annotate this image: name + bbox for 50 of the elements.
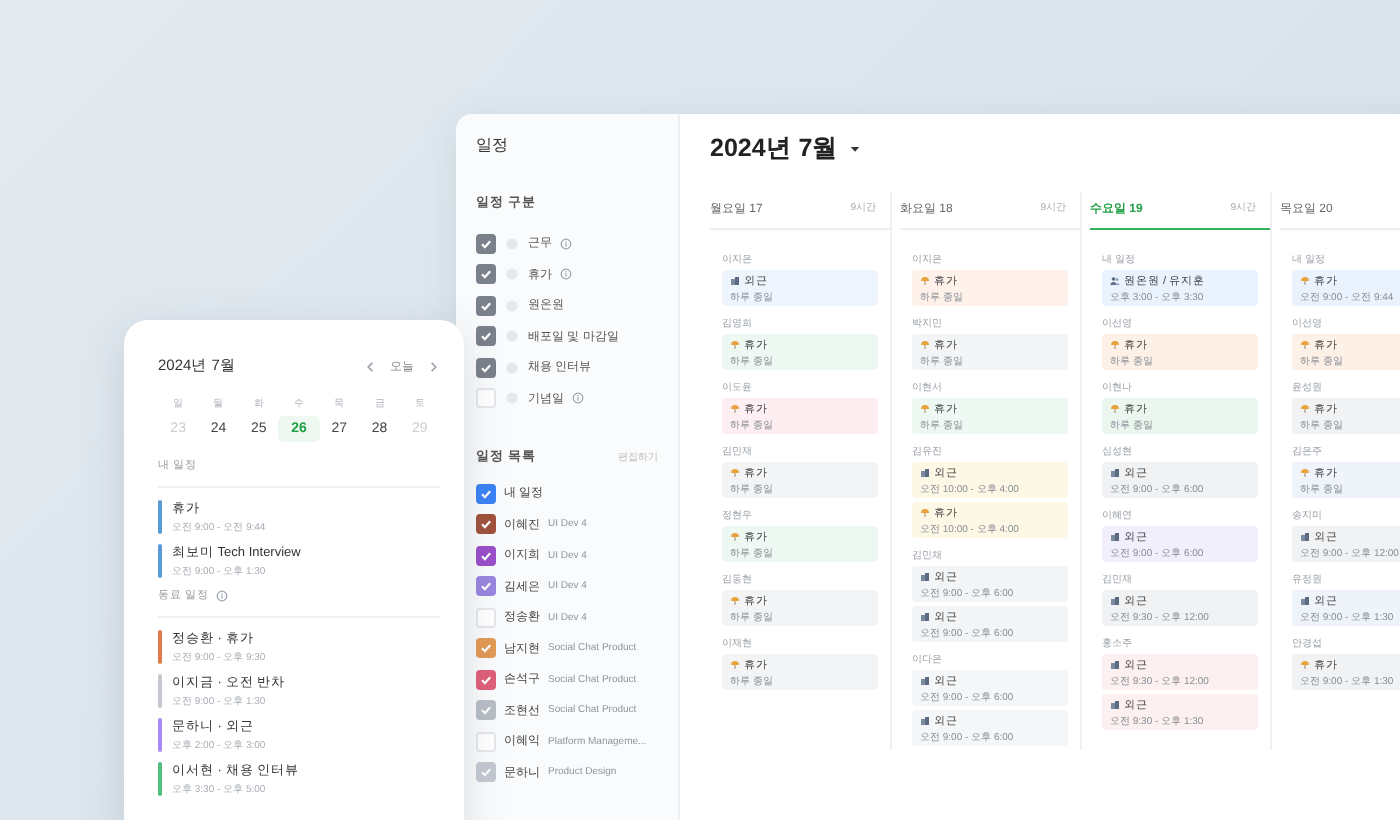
building-icon xyxy=(920,572,930,582)
umbrella-icon xyxy=(920,404,930,414)
umbrella-icon xyxy=(1300,404,1310,414)
building-icon xyxy=(920,716,930,726)
checkbox[interactable] xyxy=(476,233,496,254)
building-icon xyxy=(1110,596,1120,606)
umbrella-icon xyxy=(730,596,740,606)
sidebar-title: 일정 xyxy=(476,134,510,156)
umbrella-icon xyxy=(1110,404,1120,414)
building-icon xyxy=(920,676,930,686)
caret-icon[interactable] xyxy=(848,141,863,155)
checkbox[interactable] xyxy=(476,264,496,285)
umbrella-icon xyxy=(730,660,740,670)
building-icon xyxy=(920,612,930,622)
building-icon xyxy=(1110,468,1120,478)
building-icon xyxy=(920,468,930,478)
umbrella-icon xyxy=(730,468,740,478)
chevron-left-icon[interactable] xyxy=(364,359,378,373)
checkbox[interactable] xyxy=(476,357,496,378)
umbrella-icon xyxy=(1300,340,1310,350)
building-icon xyxy=(1300,596,1310,606)
umbrella-icon xyxy=(730,532,740,542)
umbrella-icon xyxy=(1110,340,1120,350)
building-icon xyxy=(1110,700,1120,710)
building-icon xyxy=(1300,532,1310,542)
month-title[interactable]: 2024년 7월 xyxy=(710,131,839,165)
checkbox[interactable] xyxy=(476,700,496,721)
building-icon xyxy=(730,276,740,286)
umbrella-icon xyxy=(1300,660,1310,670)
checkmark-icon xyxy=(478,764,494,781)
checkbox[interactable] xyxy=(476,762,496,783)
umbrella-icon xyxy=(920,340,930,350)
umbrella-icon xyxy=(1300,468,1310,478)
checkbox[interactable] xyxy=(476,295,496,316)
checkbox[interactable] xyxy=(476,669,496,690)
checkbox[interactable] xyxy=(476,514,496,535)
building-icon xyxy=(1110,660,1120,670)
checkbox[interactable] xyxy=(476,483,496,504)
checkbox[interactable] xyxy=(476,545,496,566)
people-icon xyxy=(1110,276,1120,286)
umbrella-icon xyxy=(730,340,740,350)
checkbox[interactable] xyxy=(476,576,496,597)
umbrella-icon xyxy=(730,404,740,414)
checkbox[interactable] xyxy=(476,326,496,347)
building-icon xyxy=(1110,532,1120,542)
umbrella-icon xyxy=(920,508,930,518)
checkbox[interactable] xyxy=(476,638,496,659)
chevron-right-icon[interactable] xyxy=(426,359,440,373)
umbrella-icon xyxy=(1300,276,1310,286)
umbrella-icon xyxy=(920,276,930,286)
